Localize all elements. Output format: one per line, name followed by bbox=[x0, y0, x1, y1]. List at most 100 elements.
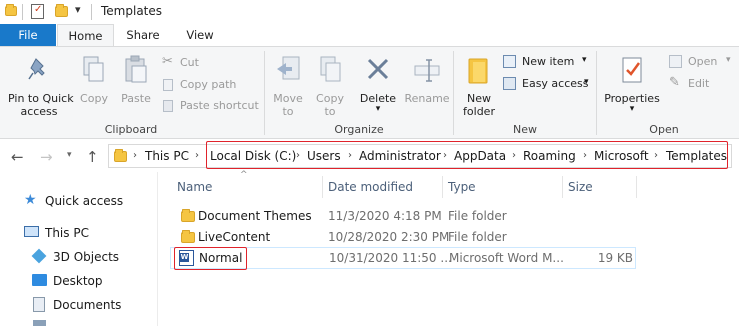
pencil-icon: ✎ bbox=[669, 75, 680, 90]
breadcrumb-local-disk[interactable]: Local Disk (C:) bbox=[210, 149, 296, 163]
chevron-right-icon[interactable]: › bbox=[443, 150, 447, 161]
downloads-icon bbox=[33, 320, 46, 326]
rename-label: Rename bbox=[404, 92, 450, 105]
new-folder-icon bbox=[468, 58, 488, 84]
easy-access-button[interactable]: Easy access ▾ bbox=[502, 76, 594, 93]
navigation-pane: ★ Quick access This PC 3D Objects Deskto… bbox=[0, 172, 158, 326]
copy-path-icon bbox=[163, 79, 173, 91]
open-group-label: Open bbox=[649, 123, 679, 136]
clipboard-group-label: Clipboard bbox=[104, 123, 158, 136]
column-header-size[interactable]: Size bbox=[568, 180, 593, 194]
new-item-button[interactable]: New item ▾ bbox=[502, 54, 594, 71]
ribbon-tabs: File Home Share View bbox=[0, 24, 739, 46]
delete-button[interactable]: Delete ▾ bbox=[356, 51, 400, 121]
move-to-label-2: to bbox=[282, 105, 294, 118]
column-divider[interactable] bbox=[562, 176, 563, 198]
nav-item-3d-objects[interactable]: 3D Objects bbox=[31, 248, 156, 268]
group-divider bbox=[453, 51, 454, 135]
up-arrow-icon[interactable]: ↑ bbox=[86, 148, 99, 166]
move-to-icon bbox=[277, 56, 300, 80]
column-header-date[interactable]: Date modified bbox=[328, 180, 413, 194]
nav-item-label: Documents bbox=[53, 298, 122, 312]
breadcrumb-users[interactable]: Users bbox=[307, 149, 341, 163]
window-title: Templates bbox=[101, 4, 163, 18]
paste-shortcut-button[interactable]: Paste shortcut bbox=[160, 98, 264, 114]
chevron-right-icon[interactable]: › bbox=[296, 150, 300, 161]
pin-label-line2: access bbox=[20, 105, 58, 118]
new-folder-icon[interactable] bbox=[55, 4, 68, 17]
edit-label: Edit bbox=[688, 77, 710, 90]
breadcrumb-microsoft[interactable]: Microsoft bbox=[594, 149, 649, 163]
edit-button[interactable]: ✎ Edit bbox=[668, 75, 738, 93]
folder-icon bbox=[5, 4, 17, 16]
table-row[interactable]: Document Themes 11/3/2020 4:18 PM File f… bbox=[170, 206, 636, 226]
copy-path-button[interactable]: Copy path bbox=[160, 77, 260, 93]
tab-view[interactable]: View bbox=[174, 24, 226, 46]
tab-home[interactable]: Home bbox=[57, 24, 114, 46]
chevron-right-icon[interactable]: › bbox=[512, 150, 516, 161]
properties-button[interactable]: Properties ▾ bbox=[600, 51, 664, 121]
delete-dropdown-icon[interactable]: ▾ bbox=[356, 104, 400, 114]
nav-item-quick-access[interactable]: ★ Quick access bbox=[24, 192, 154, 212]
cut-label: Cut bbox=[180, 56, 199, 69]
nav-item-documents[interactable]: Documents bbox=[32, 296, 156, 316]
back-arrow-icon[interactable]: ← bbox=[11, 148, 24, 166]
recent-locations-dropdown-icon[interactable]: ▾ bbox=[67, 150, 72, 160]
paste-shortcut-icon bbox=[163, 100, 173, 112]
new-folder-label: New bbox=[467, 92, 491, 105]
column-divider[interactable] bbox=[442, 176, 443, 198]
clipboard-group: Pin to Quick access Copy Paste ✂ Cut Cop… bbox=[6, 47, 264, 139]
chevron-right-icon[interactable]: › bbox=[133, 150, 137, 161]
paste-button[interactable]: Paste bbox=[116, 51, 156, 117]
breadcrumb-appdata[interactable]: AppData bbox=[454, 149, 506, 163]
breadcrumb-templates[interactable]: Templates bbox=[666, 149, 727, 163]
group-divider bbox=[264, 51, 265, 135]
pin-to-quick-access-button[interactable]: Pin to Quick access bbox=[6, 51, 74, 118]
paste-shortcut-label: Paste shortcut bbox=[180, 99, 259, 112]
copy-to-button[interactable]: Copy to bbox=[310, 51, 350, 121]
breadcrumb-administrator[interactable]: Administrator bbox=[359, 149, 441, 163]
nav-item-desktop[interactable]: Desktop bbox=[32, 272, 156, 292]
properties-check-icon[interactable]: ✓ bbox=[31, 4, 44, 19]
forward-arrow-icon[interactable]: → bbox=[40, 148, 53, 166]
pin-label-line1: Pin to Quick bbox=[8, 92, 74, 105]
open-dropdown-icon: ▾ bbox=[726, 55, 731, 65]
organize-group: Move to Copy to Delete ▾ Rename Organize bbox=[266, 47, 452, 139]
file-type: Microsoft Word M... bbox=[449, 251, 564, 265]
column-divider[interactable] bbox=[636, 176, 637, 198]
customize-quick-access-icon[interactable]: ▾ bbox=[75, 3, 81, 16]
new-folder-label-2: folder bbox=[463, 105, 495, 118]
folder-icon bbox=[181, 230, 195, 243]
properties-dropdown-icon[interactable]: ▾ bbox=[600, 104, 664, 114]
column-divider[interactable] bbox=[322, 176, 323, 198]
move-to-button[interactable]: Move to bbox=[268, 51, 308, 121]
nav-item-this-pc[interactable]: This PC bbox=[24, 224, 154, 244]
organize-group-label: Organize bbox=[334, 123, 384, 136]
rename-button[interactable]: Rename bbox=[402, 51, 452, 121]
nav-item-label: Quick access bbox=[45, 194, 124, 208]
breadcrumb-this-pc[interactable]: This PC bbox=[145, 149, 189, 163]
tab-share[interactable]: Share bbox=[117, 24, 169, 46]
new-group: New folder New item ▾ Easy access ▾ New bbox=[455, 47, 595, 139]
chevron-right-icon[interactable]: › bbox=[348, 150, 352, 161]
file-name: Document Themes bbox=[198, 209, 312, 223]
open-button[interactable]: Open ▾ bbox=[668, 54, 738, 71]
desktop-icon bbox=[32, 274, 47, 286]
folder-icon bbox=[181, 209, 195, 222]
chevron-right-icon[interactable]: › bbox=[195, 150, 199, 161]
address-bar[interactable]: › This PC › Local Disk (C:) › Users › Ad… bbox=[108, 141, 732, 169]
cut-button[interactable]: ✂ Cut bbox=[160, 54, 260, 71]
new-folder-button[interactable]: New folder bbox=[459, 51, 499, 121]
chevron-right-icon[interactable]: › bbox=[654, 150, 658, 161]
paste-label: Paste bbox=[121, 92, 151, 105]
paste-icon bbox=[125, 55, 147, 83]
tab-file[interactable]: File bbox=[0, 24, 56, 46]
table-row[interactable]: LiveContent 10/28/2020 2:30 PM File fold… bbox=[170, 227, 636, 247]
copy-button[interactable]: Copy bbox=[76, 51, 112, 117]
sort-ascending-icon: ^ bbox=[240, 170, 248, 180]
chevron-right-icon[interactable]: › bbox=[583, 150, 587, 161]
column-header-name[interactable]: Name bbox=[177, 180, 212, 194]
table-row-selected[interactable]: W Normal 10/31/2020 11:50 ... Microsoft … bbox=[170, 247, 636, 270]
column-header-type[interactable]: Type bbox=[448, 180, 476, 194]
breadcrumb-roaming[interactable]: Roaming bbox=[523, 149, 576, 163]
